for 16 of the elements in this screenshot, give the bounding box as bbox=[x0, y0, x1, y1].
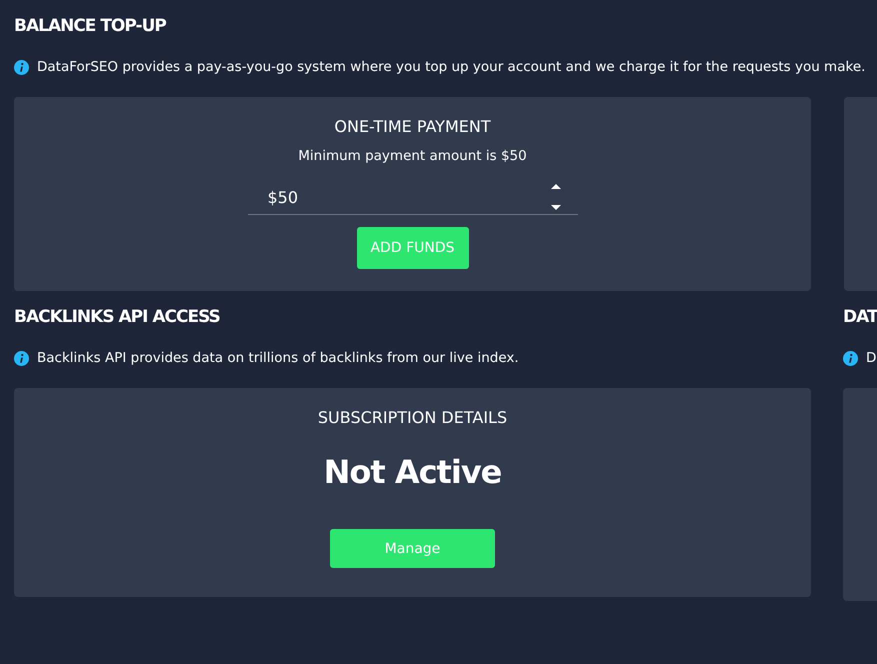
manage-button[interactable]: Manage bbox=[330, 529, 495, 568]
add-funds-button[interactable]: ADD FUNDS bbox=[356, 227, 468, 269]
card-title: SUBSCRIPTION DETAILS bbox=[318, 408, 508, 427]
section-title: BACKLINKS API ACCESS bbox=[14, 307, 221, 329]
info-text: Backlinks API provides data on trillions of backlinks from our live index. bbox=[37, 350, 519, 366]
info-icon bbox=[14, 350, 29, 366]
card-title: ONE-TIME PAYMENT bbox=[334, 117, 491, 136]
minimum-note: Minimum payment amount is $50 bbox=[298, 148, 527, 164]
section-title: BALANCE TOP-UP bbox=[14, 16, 168, 38]
amount-field[interactable]: $50 bbox=[248, 180, 578, 215]
info-icon bbox=[843, 350, 858, 366]
info-text: D bbox=[866, 350, 876, 366]
subscription-status: Not Active bbox=[324, 453, 502, 491]
stepper-icon[interactable] bbox=[550, 183, 562, 211]
info-icon bbox=[14, 60, 29, 74]
info-text: DataForSEO provides a pay-as-you-go system where you top up your account and we charge it for the requests you make. bbox=[37, 59, 866, 75]
